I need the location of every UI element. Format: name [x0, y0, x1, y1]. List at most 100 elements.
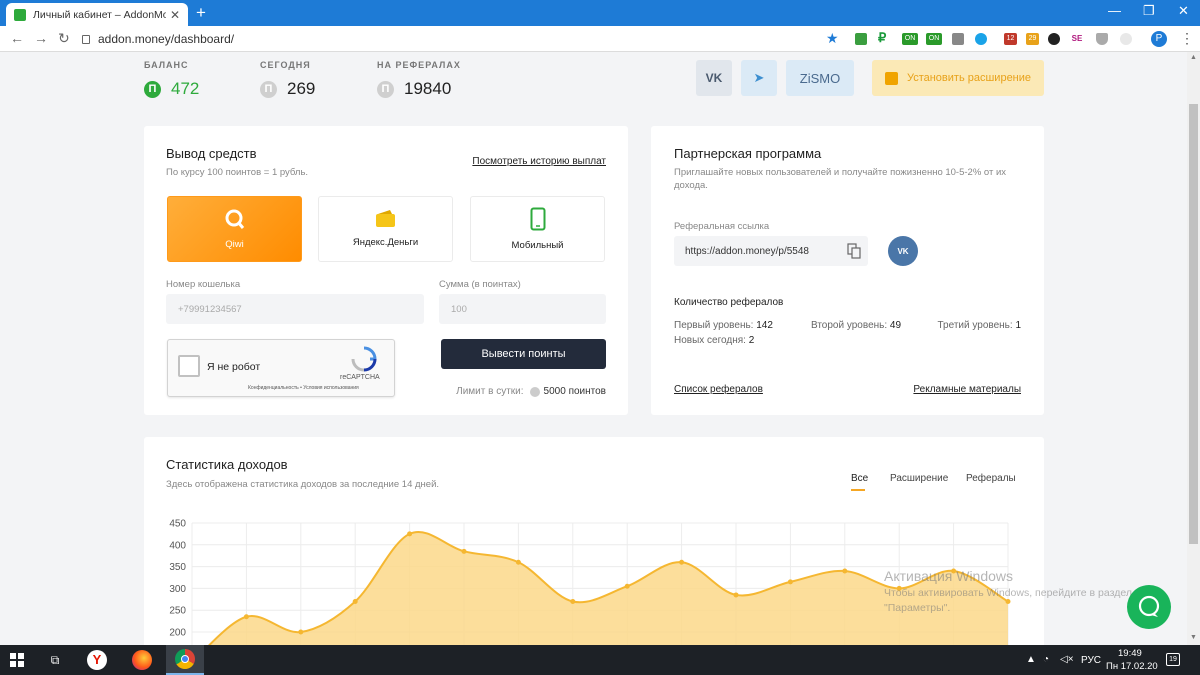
- payment-method-qiwi[interactable]: Qiwi: [167, 196, 302, 262]
- extension-m-icon[interactable]: [1120, 33, 1132, 45]
- payment-method-yandex[interactable]: Яндекс.Деньги: [318, 196, 453, 262]
- extension-badge-icon[interactable]: 29: [1026, 33, 1039, 45]
- profile-avatar[interactable]: P: [1151, 31, 1167, 47]
- url-field[interactable]: addon.money/dashboard/: [82, 29, 852, 49]
- balance-stat: БАЛАНС П 472: [144, 60, 199, 99]
- wallet-input[interactable]: +79991234567: [166, 294, 424, 324]
- partner-card: Партнерская программа Приглашайте новых …: [651, 126, 1044, 415]
- extension-se-icon[interactable]: SE: [1071, 33, 1083, 45]
- tray-overflow-icon[interactable]: ▲: [1026, 654, 1036, 665]
- y-tick-label: 450: [169, 519, 186, 530]
- amount-input[interactable]: 100: [439, 294, 606, 324]
- extension-cube-icon[interactable]: [855, 33, 867, 45]
- extension-r-icon[interactable]: [1048, 33, 1060, 45]
- withdraw-submit-button[interactable]: Вывести поинты: [441, 339, 606, 369]
- install-extension-button[interactable]: Установить расширение: [872, 60, 1044, 96]
- notification-center-icon[interactable]: 19: [1166, 653, 1180, 666]
- vk-button[interactable]: VK: [696, 60, 732, 96]
- promo-materials-link[interactable]: Рекламные материалы: [913, 384, 1021, 395]
- maximize-icon[interactable]: ❐: [1143, 3, 1155, 19]
- extension-shield-icon[interactable]: [1096, 33, 1108, 45]
- puzzle-icon: [884, 71, 898, 85]
- referrals-value: 19840: [404, 79, 452, 98]
- recaptcha-label: Я не робот: [207, 361, 261, 373]
- income-data-point[interactable]: [624, 583, 630, 589]
- yandex-label: Яндекс.Деньги: [352, 237, 419, 248]
- income-data-point[interactable]: [679, 559, 685, 565]
- chrome-icon[interactable]: [166, 645, 204, 675]
- extension-monitor-icon[interactable]: [952, 33, 964, 45]
- income-data-point[interactable]: [515, 559, 521, 565]
- income-data-point[interactable]: [733, 592, 739, 598]
- points-coin-icon: П: [260, 80, 277, 98]
- tab-close-icon[interactable]: ✕: [170, 8, 180, 22]
- withdraw-subtitle: По курсу 100 поинтов = 1 рубль.: [166, 167, 309, 178]
- referral-count-title: Количество рефералов: [674, 297, 784, 308]
- new-tab-button[interactable]: +: [196, 3, 206, 23]
- extension-calendar-icon[interactable]: 12: [1004, 33, 1017, 45]
- bookmark-star-icon[interactable]: ★: [826, 30, 839, 47]
- browser-address-bar: ← → ↻ addon.money/dashboard/ ★ ₽ ON ON 1…: [0, 26, 1200, 52]
- forward-icon[interactable]: →: [34, 30, 48, 46]
- recaptcha-links[interactable]: Конфиденциальность • Условия использован…: [248, 385, 359, 391]
- language-indicator[interactable]: РУС: [1081, 655, 1101, 666]
- tab-extension[interactable]: Расширение: [890, 473, 948, 484]
- level3-label: Третий уровень:: [937, 320, 1013, 331]
- ref-link-field[interactable]: https://addon.money/p/5548: [674, 236, 868, 266]
- telegram-button[interactable]: ➤: [741, 60, 777, 96]
- zismo-button[interactable]: ZiSMO: [786, 60, 854, 96]
- window-close-icon[interactable]: ✕: [1178, 3, 1189, 19]
- extension-on-icon[interactable]: ON: [926, 33, 942, 45]
- level1-count: Первый уровень: 142: [674, 320, 773, 331]
- browser-menu-icon[interactable]: ⋮: [1180, 30, 1194, 47]
- tab-referrals[interactable]: Рефералы: [966, 473, 1016, 484]
- extension-ruble-icon[interactable]: ₽: [878, 30, 890, 45]
- scroll-up-icon[interactable]: ▲: [1190, 54, 1197, 61]
- income-data-point[interactable]: [461, 548, 467, 554]
- new-today-value: 2: [748, 335, 755, 346]
- activation-watermark-title: Активация Windows: [884, 568, 1014, 584]
- income-data-point[interactable]: [352, 598, 358, 604]
- firefox-icon[interactable]: [124, 645, 160, 675]
- extension-on-icon[interactable]: ON: [902, 33, 918, 45]
- income-data-point[interactable]: [842, 568, 848, 574]
- yandex-browser-icon[interactable]: Y: [82, 645, 112, 675]
- level1-value: 142: [756, 320, 773, 331]
- referrals-stat: НА РЕФЕРАЛАХ П 19840: [377, 60, 461, 99]
- referrals-label: НА РЕФЕРАЛАХ: [377, 60, 461, 70]
- income-data-point[interactable]: [787, 579, 793, 585]
- minimize-icon[interactable]: —: [1108, 3, 1121, 18]
- vk-share-button[interactable]: VK: [888, 236, 918, 266]
- network-icon[interactable]: ◔: [1043, 654, 1049, 665]
- wallet-icon: [375, 210, 395, 227]
- windows-start-icon[interactable]: [0, 645, 34, 675]
- scrollbar-thumb[interactable]: [1189, 104, 1198, 544]
- reload-icon[interactable]: ↻: [58, 30, 70, 47]
- extension-check-icon[interactable]: [975, 33, 987, 45]
- scroll-down-icon[interactable]: ▼: [1190, 634, 1197, 641]
- tab-all[interactable]: Все: [851, 473, 868, 491]
- referral-list-link[interactable]: Список рефералов: [674, 384, 763, 395]
- browser-tab[interactable]: Личный кабинет – AddonMoney ✕: [6, 3, 188, 26]
- income-data-point[interactable]: [243, 614, 249, 620]
- new-today-label: Новых сегодня:: [674, 335, 746, 346]
- chat-button[interactable]: [1127, 585, 1171, 629]
- payment-method-mobile[interactable]: Мобильный: [470, 196, 605, 262]
- volume-icon[interactable]: ◁×: [1060, 654, 1074, 665]
- copy-icon[interactable]: [847, 243, 861, 259]
- recaptcha-checkbox[interactable]: [178, 355, 200, 377]
- task-view-icon[interactable]: ⧉: [40, 645, 70, 675]
- chat-bubble-icon: [1138, 595, 1160, 617]
- new-today-count: Новых сегодня: 2: [674, 335, 754, 346]
- back-icon[interactable]: ←: [10, 30, 24, 46]
- payout-history-link[interactable]: Посмотреть историю выплат: [472, 156, 606, 167]
- page-scrollbar[interactable]: ▲ ▼: [1187, 52, 1200, 645]
- income-data-point[interactable]: [570, 598, 576, 604]
- clock-time[interactable]: 19:49: [1118, 648, 1142, 659]
- phone-icon: [530, 207, 545, 231]
- today-value: 269: [287, 79, 316, 98]
- income-data-point[interactable]: [1005, 598, 1011, 604]
- income-data-point[interactable]: [298, 629, 304, 635]
- income-data-point[interactable]: [407, 531, 413, 537]
- clock-date[interactable]: Пн 17.02.20: [1106, 661, 1158, 672]
